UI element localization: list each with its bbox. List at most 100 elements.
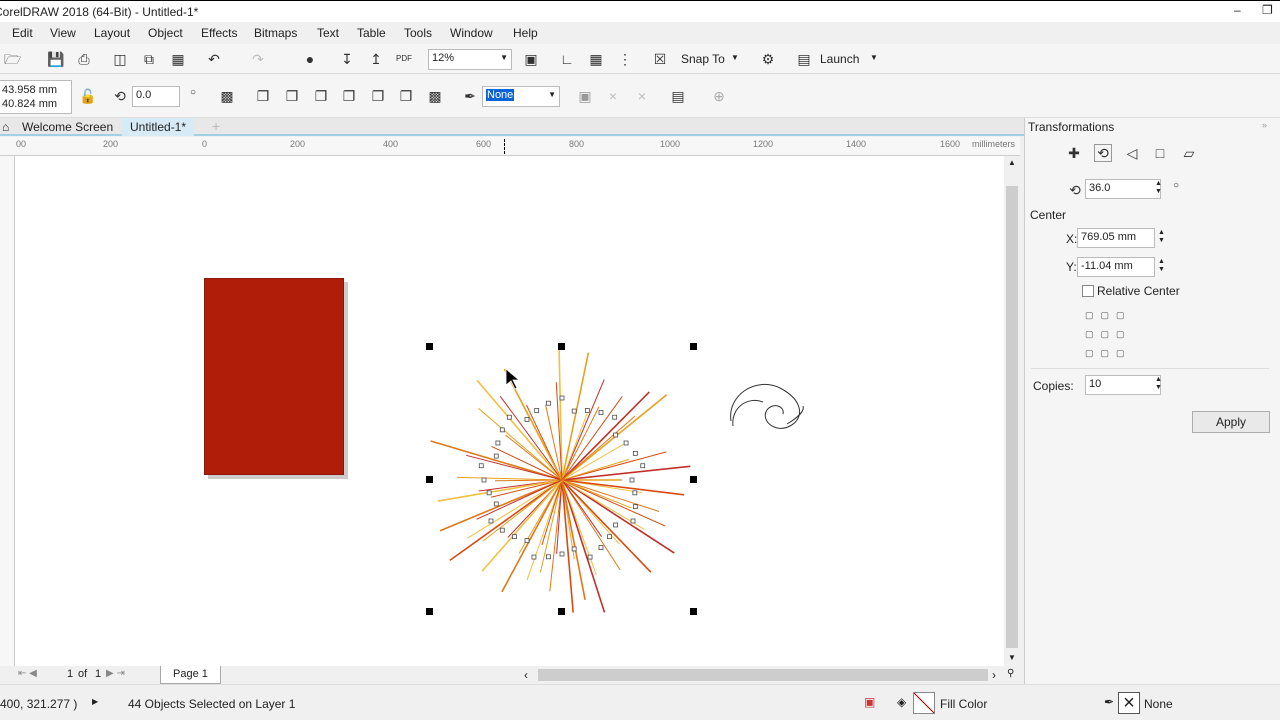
- menu-help[interactable]: Help: [513, 26, 538, 40]
- chevron-down-icon[interactable]: ▼: [870, 53, 878, 62]
- chevron-down-icon[interactable]: ▼: [731, 53, 739, 62]
- import-icon[interactable]: ↧: [339, 51, 355, 67]
- scroll-up-icon[interactable]: ▲: [1008, 158, 1016, 167]
- selection-handle[interactable]: [690, 608, 697, 615]
- starburst[interactable]: [430, 344, 691, 613]
- spinner-icon[interactable]: ▲ ▼: [1155, 376, 1162, 392]
- menu-table[interactable]: Table: [357, 26, 386, 40]
- selection-handle[interactable]: [426, 608, 433, 615]
- cut-icon[interactable]: ◫: [112, 51, 128, 67]
- color-proof-icon[interactable]: ▣: [864, 695, 875, 709]
- menu-text[interactable]: Text: [317, 26, 339, 40]
- node-icon[interactable]: ▣: [577, 88, 593, 104]
- horizontal-ruler[interactable]: 00 200 0 200 400 600 800 1000 1200 1400 …: [0, 137, 1020, 156]
- selection-handle[interactable]: [558, 343, 565, 350]
- undo-icon[interactable]: ↶: [206, 51, 222, 67]
- spinner-icon[interactable]: ▲ ▼: [1155, 180, 1162, 196]
- position-icon[interactable]: ✚: [1066, 145, 1082, 161]
- boundary-icon[interactable]: ▩: [427, 88, 443, 104]
- vertical-scrollbar[interactable]: ▲ ▼: [1004, 156, 1020, 666]
- minimize-button[interactable]: –: [1234, 3, 1241, 17]
- scroll-thumb[interactable]: [1006, 186, 1018, 648]
- menu-view[interactable]: View: [50, 26, 76, 40]
- align-icon[interactable]: ▤: [670, 88, 686, 104]
- outline-swatch-none-icon[interactable]: ×: [1118, 692, 1140, 714]
- menu-edit[interactable]: Edit: [12, 26, 33, 40]
- lock-ratio-icon[interactable]: 🔓: [79, 88, 96, 104]
- menu-bitmaps[interactable]: Bitmaps: [254, 26, 297, 40]
- menu-layout[interactable]: Layout: [94, 26, 130, 40]
- rotation-field[interactable]: 0.0: [132, 86, 180, 107]
- center-x-field[interactable]: 769.05 mm: [1077, 228, 1155, 248]
- intersect-icon[interactable]: ❐: [313, 88, 329, 104]
- copy-icon[interactable]: ⧉: [141, 51, 157, 67]
- page-nav-first-icon[interactable]: ⇤ ◀: [18, 668, 37, 679]
- export-icon[interactable]: ↥: [368, 51, 384, 67]
- menu-effects[interactable]: Effects: [201, 26, 237, 40]
- zoom-icon[interactable]: ⚲: [1007, 668, 1014, 679]
- print-icon[interactable]: ⎙: [76, 51, 92, 67]
- pdf-icon[interactable]: PDF: [396, 51, 412, 67]
- menu-tools[interactable]: Tools: [404, 26, 432, 40]
- paste-icon[interactable]: ▦: [170, 51, 186, 67]
- fill-swatch[interactable]: [913, 692, 935, 714]
- center-y-field[interactable]: -11.04 mm: [1077, 257, 1155, 277]
- break-apart-icon[interactable]: ×: [605, 88, 621, 104]
- full-screen-icon[interactable]: ▣: [523, 51, 539, 67]
- rotate-tab-icon[interactable]: ⟲: [1094, 144, 1112, 162]
- restore-button[interactable]: ❐: [1262, 3, 1273, 17]
- selection-handle[interactable]: [426, 343, 433, 350]
- horizontal-scroll-thumb[interactable]: [538, 669, 988, 681]
- selection-handle[interactable]: [426, 476, 433, 483]
- weld-icon[interactable]: ❐: [255, 88, 271, 104]
- outline-width-select[interactable]: None ▼: [482, 86, 560, 107]
- expand-arrow-icon[interactable]: ▶: [92, 697, 98, 706]
- guidelines-icon[interactable]: ⋮: [617, 51, 633, 67]
- tab-welcome-screen[interactable]: Welcome Screen: [22, 120, 113, 134]
- scroll-down-icon[interactable]: ▼: [1008, 653, 1016, 662]
- selection-handle[interactable]: [690, 343, 697, 350]
- rulers-icon[interactable]: ∟: [559, 51, 575, 67]
- spinner-icon[interactable]: ▲ ▼: [1158, 258, 1165, 274]
- apply-button[interactable]: Apply: [1192, 411, 1270, 433]
- skew-icon[interactable]: ▱: [1181, 145, 1197, 161]
- back-minus-front-icon[interactable]: ❐: [398, 88, 414, 104]
- scroll-left-icon[interactable]: ‹: [524, 668, 528, 682]
- launch-icon[interactable]: ▤: [796, 51, 812, 67]
- launch-button[interactable]: Launch: [820, 52, 859, 66]
- menu-window[interactable]: Window: [450, 26, 493, 40]
- size-icon[interactable]: □: [1152, 145, 1168, 161]
- corel-connect-icon[interactable]: ●: [302, 51, 318, 67]
- grid-icon[interactable]: ▦: [588, 51, 604, 67]
- zoom-level-select[interactable]: 12% ▼: [428, 49, 512, 70]
- simplify-icon[interactable]: ❐: [341, 88, 357, 104]
- group-icon[interactable]: ▩: [219, 88, 235, 104]
- scroll-right-icon[interactable]: ›: [992, 668, 996, 682]
- spinner-icon[interactable]: ▲ ▼: [1158, 229, 1165, 245]
- size-fields[interactable]: 43.958 mm 40.824 mm: [0, 80, 72, 114]
- relative-center-checkbox[interactable]: [1082, 285, 1094, 297]
- page-tab[interactable]: Page 1: [160, 666, 221, 684]
- join-icon[interactable]: ×: [634, 88, 650, 104]
- trim-icon[interactable]: ❐: [284, 88, 300, 104]
- vertical-ruler[interactable]: [0, 156, 15, 666]
- page-nav-last-icon[interactable]: ▶ ⇥: [106, 668, 125, 679]
- redo-icon[interactable]: ↷: [250, 51, 266, 67]
- anchor-grid[interactable]: ▢▢▢ ▢▢▢ ▢▢▢: [1085, 306, 1135, 358]
- front-minus-back-icon[interactable]: ❐: [370, 88, 386, 104]
- selection-handle[interactable]: [690, 476, 697, 483]
- drawing-canvas[interactable]: [15, 156, 1004, 666]
- width-field[interactable]: 43.958 mm: [2, 83, 68, 97]
- snap-to-button[interactable]: Snap To: [681, 52, 725, 66]
- gear-icon[interactable]: ⚙: [760, 51, 776, 67]
- scale-mirror-icon[interactable]: ◁: [1124, 145, 1140, 161]
- angle-field[interactable]: 36.0: [1085, 179, 1161, 199]
- tab-untitled[interactable]: Untitled-1*: [122, 118, 195, 136]
- add-icon[interactable]: ⊕: [711, 88, 727, 104]
- selection-handle[interactable]: [558, 608, 565, 615]
- new-tab-icon[interactable]: +: [212, 118, 220, 134]
- save-icon[interactable]: 💾: [47, 51, 64, 67]
- copies-field[interactable]: 10: [1085, 375, 1161, 395]
- menu-object[interactable]: Object: [148, 26, 183, 40]
- collapse-icon[interactable]: »: [1262, 120, 1267, 130]
